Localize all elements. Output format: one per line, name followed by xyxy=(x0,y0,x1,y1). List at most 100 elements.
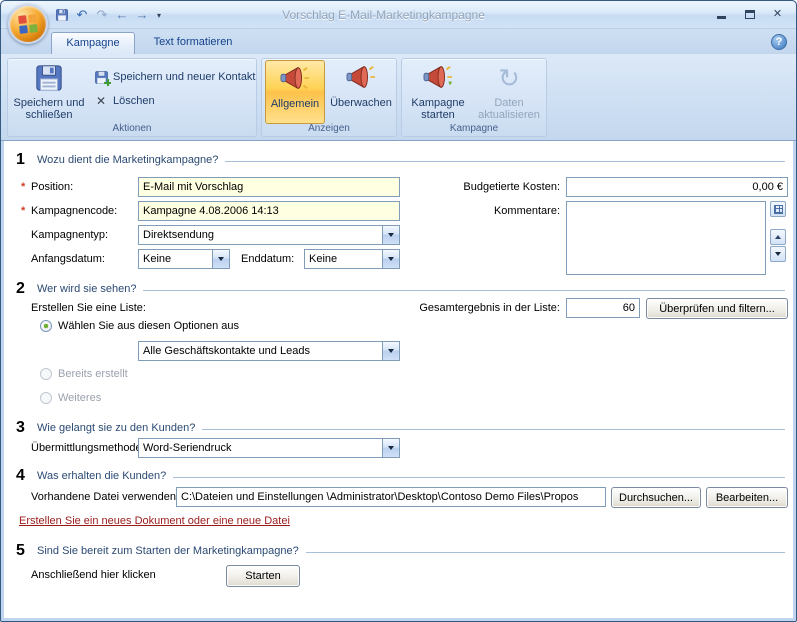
section-5-number: 5 xyxy=(16,542,30,560)
ribbon-tab-row: Kampagne Text formatieren ? xyxy=(1,29,796,54)
ribbon-group-anzeigen: Allgemein Überwachen Anzeigen xyxy=(261,58,397,137)
qat-customize-dropdown-icon[interactable]: ▾ xyxy=(153,6,165,24)
radio-selected-icon[interactable] xyxy=(40,320,52,332)
select-options-radio-label: Wählen Sie aus diesen Optionen aus xyxy=(58,320,239,332)
section-4-title: Was erhalten die Kunden? xyxy=(37,470,166,482)
already-created-radio-label: Bereits erstellt xyxy=(58,368,128,380)
comments-scroll-down-button[interactable] xyxy=(770,246,786,262)
list-total-label: Gesamtergebnis in der Liste: xyxy=(384,302,560,314)
maximize-button[interactable] xyxy=(737,6,762,23)
comments-textarea[interactable] xyxy=(566,201,766,275)
ribbon-group-kampagne: Kampagne starten ↻ Daten aktualisieren K… xyxy=(401,58,547,137)
section-5-header: 5 Sind Sie bereit zum Starten der Market… xyxy=(16,542,785,560)
comments-expand-button[interactable] xyxy=(770,201,786,217)
end-date-dropdown[interactable]: Keine xyxy=(304,249,400,269)
dropdown-arrow-icon[interactable] xyxy=(382,439,399,457)
section-1-title: Wozu dient die Marketingkampagne? xyxy=(37,154,218,166)
dropdown-arrow-icon[interactable] xyxy=(382,250,399,268)
close-button[interactable]: ✕ xyxy=(765,6,790,23)
section-divider xyxy=(225,161,785,162)
group-label-aktionen: Aktionen xyxy=(8,123,256,134)
already-created-radio[interactable]: Bereits erstellt xyxy=(40,368,128,380)
tab-text-formatieren[interactable]: Text formatieren xyxy=(137,32,249,54)
position-input[interactable] xyxy=(138,177,400,197)
budget-input[interactable] xyxy=(566,177,788,197)
dropdown-arrow-icon[interactable] xyxy=(382,226,399,244)
refresh-data-label: Daten aktualisieren xyxy=(473,97,545,121)
campaign-code-label: Kampagnencode: xyxy=(31,205,117,217)
comments-scroll-up-button[interactable] xyxy=(770,229,786,245)
section-divider xyxy=(202,429,785,430)
campaign-type-dropdown[interactable]: Direktsendung xyxy=(138,225,400,245)
start-button[interactable]: Starten xyxy=(226,565,300,587)
section-divider xyxy=(173,477,785,478)
recipient-list-dropdown[interactable]: Alle Geschäftskontakte und Leads xyxy=(138,341,400,361)
window-controls: ✕ xyxy=(709,6,790,23)
megaphone-track-icon xyxy=(346,63,376,95)
delivery-method-value: Word-Seriendruck xyxy=(139,439,382,457)
track-view-label: Überwachen xyxy=(330,97,392,109)
start-date-dropdown[interactable]: Keine xyxy=(138,249,230,269)
select-options-radio[interactable]: Wählen Sie aus diesen Optionen aus xyxy=(40,320,239,332)
more-options-radio-label: Weiteres xyxy=(58,392,101,404)
start-date-value: Keine xyxy=(139,250,212,268)
help-button[interactable]: ? xyxy=(771,34,787,50)
back-icon[interactable]: ← xyxy=(113,6,131,24)
review-filter-button[interactable]: Überprüfen und filtern... xyxy=(646,298,788,319)
minimize-icon xyxy=(717,16,726,19)
section-4-header: 4 Was erhalten die Kunden? xyxy=(16,467,785,485)
minimize-button[interactable] xyxy=(709,6,734,23)
forward-icon[interactable]: → xyxy=(133,6,151,24)
required-marker: * xyxy=(21,205,25,217)
delivery-method-dropdown[interactable]: Word-Seriendruck xyxy=(138,438,400,458)
section-divider xyxy=(143,290,785,291)
save-close-label: Speichern und schließen xyxy=(11,97,87,121)
section-4-number: 4 xyxy=(16,467,30,485)
campaign-form: 1 Wozu dient die Marketingkampagne? * Po… xyxy=(4,141,793,618)
dropdown-arrow-icon[interactable] xyxy=(212,250,229,268)
title-bar: Vorschlag E-Mail-Marketingkampagne ↶ ↷ ←… xyxy=(1,1,796,29)
dropdown-arrow-icon[interactable] xyxy=(382,342,399,360)
refresh-data-button[interactable]: ↻ Daten aktualisieren xyxy=(473,60,545,124)
click-here-label: Anschließend hier klicken xyxy=(31,569,156,581)
radio-disabled-icon xyxy=(40,392,52,404)
section-3-header: 3 Wie gelangt sie zu den Kunden? xyxy=(16,419,785,437)
delete-label: Löschen xyxy=(113,95,155,107)
general-view-button[interactable]: Allgemein xyxy=(265,60,325,124)
track-view-button[interactable]: Überwachen xyxy=(328,60,394,124)
save-new-icon xyxy=(93,69,109,85)
tab-kampagne[interactable]: Kampagne xyxy=(51,32,135,54)
undo-icon[interactable]: ↶ xyxy=(73,6,91,24)
recipient-list-value: Alle Geschäftskontakte und Leads xyxy=(139,342,382,360)
group-label-anzeigen: Anzeigen xyxy=(262,123,396,134)
qat-save-button[interactable] xyxy=(53,6,71,24)
scroll-down-icon xyxy=(775,252,781,256)
section-1-header: 1 Wozu dient die Marketingkampagne? xyxy=(16,151,785,169)
section-1-number: 1 xyxy=(16,151,30,169)
megaphone-icon xyxy=(280,64,310,96)
office-button[interactable] xyxy=(8,4,48,44)
browse-button[interactable]: Durchsuchen... xyxy=(611,487,701,508)
save-and-new-button[interactable]: Speichern und neuer Kontakt xyxy=(90,67,259,87)
list-total-input[interactable] xyxy=(566,298,640,318)
section-3-title: Wie gelangt sie zu den Kunden? xyxy=(37,422,195,434)
section-2-title: Wer wird sie sehen? xyxy=(37,283,136,295)
existing-file-label: Vorhandene Datei verwenden: xyxy=(31,491,179,503)
file-path-input[interactable] xyxy=(176,487,606,507)
quick-access-toolbar: ↶ ↷ ← → ▾ xyxy=(53,6,165,24)
position-label: Position: xyxy=(31,181,73,193)
scroll-up-icon xyxy=(775,235,781,239)
general-view-label: Allgemein xyxy=(271,98,319,110)
delete-button[interactable]: ✕ Löschen xyxy=(90,91,158,111)
edit-button[interactable]: Bearbeiten... xyxy=(706,487,788,508)
campaign-type-label: Kampagnentyp: xyxy=(31,229,108,241)
save-and-close-button[interactable]: Speichern und schließen xyxy=(11,60,87,122)
create-new-document-link[interactable]: Erstellen Sie ein neues Dokument oder ei… xyxy=(19,515,290,527)
refresh-icon: ↻ xyxy=(498,63,520,95)
campaign-code-input[interactable] xyxy=(138,201,400,221)
start-campaign-button[interactable]: Kampagne starten xyxy=(405,60,471,124)
more-options-radio[interactable]: Weiteres xyxy=(40,392,101,404)
redo-icon[interactable]: ↷ xyxy=(93,6,111,24)
group-label-kampagne: Kampagne xyxy=(402,123,546,134)
comments-label: Kommentare: xyxy=(460,205,560,217)
